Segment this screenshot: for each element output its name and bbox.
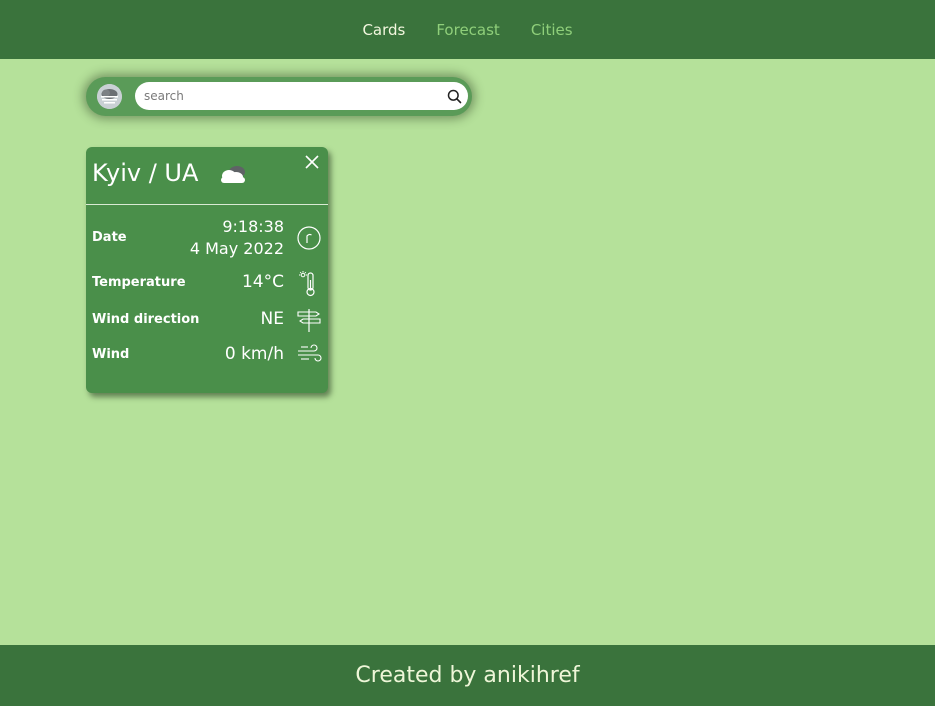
wind-value: 0 km/h [224,344,284,364]
footer-credit: Created by anikihref [355,663,580,688]
date-date-value: 4 May 2022 [189,239,284,258]
search-input[interactable] [144,86,434,106]
footer: Created by anikihref [0,645,935,706]
search-field [135,82,468,110]
wind-direction-label: Wind direction [92,312,200,327]
date-label: Date [92,230,127,245]
wind-icon [296,343,322,369]
signpost-icon [296,307,322,333]
date-time-value: 9:18:38 [222,217,284,236]
thermometer-icon [296,270,322,297]
weather-app-logo-icon [97,84,122,109]
close-icon[interactable] [304,154,320,170]
wind-label: Wind [92,347,130,362]
temperature-label: Temperature [92,275,186,290]
search-icon[interactable] [445,87,463,105]
card-city-title: Kyiv / UA [92,159,199,187]
temperature-value: 14°C [241,272,284,292]
search-bar [86,77,472,116]
nav-link-cities[interactable]: Cities [531,21,573,39]
cloud-icon [217,163,249,187]
nav-link-forecast[interactable]: Forecast [436,21,499,39]
top-navigation: Cards Forecast Cities [0,0,935,59]
weather-card: Kyiv / UA Date 9:18:38 4 May 2022 Temper… [86,147,328,393]
clock-icon [296,225,322,251]
card-divider [86,204,328,205]
nav-link-cards[interactable]: Cards [362,21,405,39]
wind-direction-value: NE [260,309,284,329]
